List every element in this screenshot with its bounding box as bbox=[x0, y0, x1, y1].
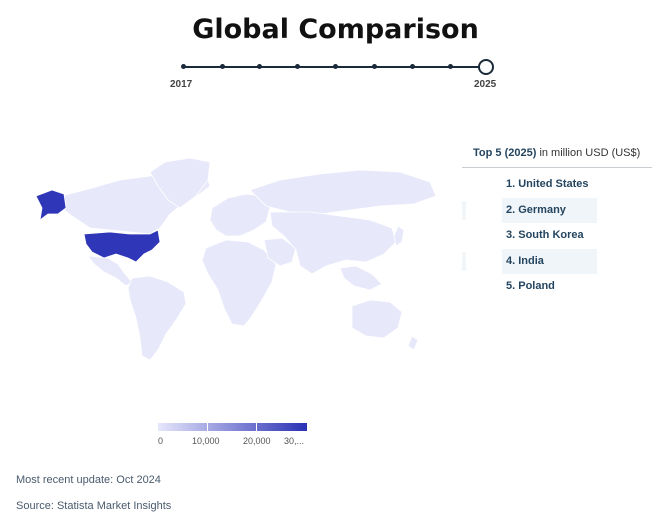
year-timeline-slider[interactable]: 2017 2025 bbox=[170, 58, 497, 98]
legend-label: 20,000 bbox=[243, 436, 271, 446]
top5-item-label: 1. United States bbox=[506, 178, 589, 190]
country-new-zealand bbox=[407, 335, 419, 351]
row-marker bbox=[462, 251, 466, 271]
country-russia bbox=[249, 169, 437, 215]
color-scale-bar bbox=[158, 423, 307, 431]
legend-label: 0 bbox=[158, 436, 164, 446]
country-mexico bbox=[87, 255, 133, 287]
top5-list: 1. United States 2. Germany 3. South Kor… bbox=[462, 172, 652, 300]
legend-label: 30,... bbox=[284, 436, 305, 446]
timeline-handle[interactable] bbox=[478, 59, 494, 75]
divider bbox=[462, 167, 652, 168]
top5-item-label: 3. South Korea bbox=[506, 229, 584, 241]
top5-item-label: 5. Poland bbox=[506, 280, 555, 292]
legend-label: 10,000 bbox=[192, 436, 220, 446]
timeline-point[interactable] bbox=[410, 64, 415, 69]
page-title: Global Comparison bbox=[192, 14, 479, 45]
legend-tick bbox=[256, 423, 257, 431]
country-united-states-alaska bbox=[35, 189, 67, 221]
top5-item[interactable]: 4. India bbox=[462, 248, 652, 274]
top5-item-label: 2. Germany bbox=[506, 203, 566, 216]
world-map[interactable] bbox=[0, 150, 450, 370]
timeline-point[interactable] bbox=[448, 64, 453, 69]
top5-item-label: 4. India bbox=[506, 254, 544, 267]
row-marker bbox=[462, 200, 466, 220]
top5-item[interactable]: 1. United States bbox=[462, 172, 652, 198]
timeline-end-label: 2025 bbox=[474, 79, 497, 90]
region-south-america bbox=[127, 275, 187, 361]
top5-item[interactable]: 2. Germany bbox=[462, 197, 652, 223]
top5-item[interactable]: 3. South Korea bbox=[462, 223, 652, 249]
top5-item[interactable]: 5. Poland bbox=[462, 274, 652, 300]
legend-tick bbox=[207, 423, 208, 431]
timeline-point[interactable] bbox=[372, 64, 377, 69]
timeline-point[interactable] bbox=[220, 64, 225, 69]
country-australia bbox=[351, 299, 403, 339]
top5-unit: in million USD (US$) bbox=[539, 147, 641, 159]
timeline-start-label: 2017 bbox=[170, 79, 193, 90]
region-africa bbox=[201, 239, 277, 327]
timeline-point[interactable] bbox=[257, 64, 262, 69]
top5-heading: Top 5 (2025) in million USD (US$) bbox=[473, 147, 640, 159]
source-note: Source: Statista Market Insights bbox=[16, 500, 172, 512]
top5-heading-bold: Top 5 (2025) bbox=[473, 147, 537, 159]
color-scale-legend: 0 10,000 20,000 30,... bbox=[158, 423, 308, 446]
timeline-point[interactable] bbox=[333, 64, 338, 69]
country-japan bbox=[393, 225, 405, 247]
update-note: Most recent update: Oct 2024 bbox=[16, 474, 161, 486]
timeline-point[interactable] bbox=[181, 64, 186, 69]
timeline-point[interactable] bbox=[295, 64, 300, 69]
region-southeast-asia bbox=[339, 265, 383, 291]
